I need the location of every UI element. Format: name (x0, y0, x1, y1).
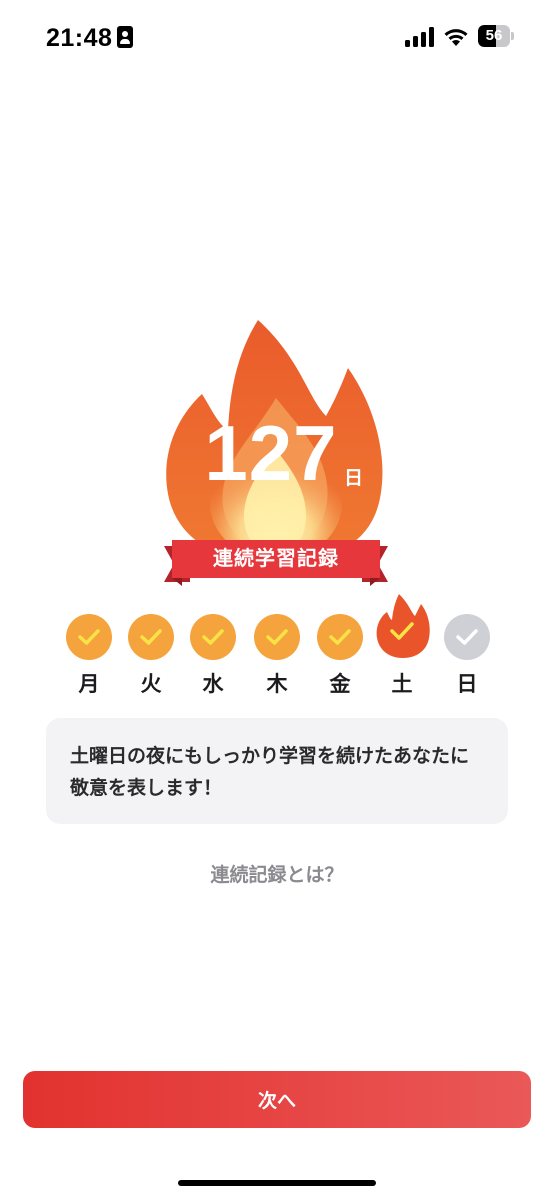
streak-badge-label: 連続学習記録 (213, 546, 339, 570)
contact-card-icon (117, 26, 133, 48)
day-wednesday: 水 (190, 612, 236, 702)
flame-day-icon (376, 594, 430, 658)
status-time: 21:48 (46, 24, 113, 52)
about-streak-link[interactable]: 連続記録とは？ (0, 860, 554, 887)
encouragement-message: 土曜日の夜にもしっかり学習を続けたあなたに敬意を表します！ (70, 745, 470, 799)
day-status-done (66, 614, 112, 660)
day-label: 水 (202, 672, 224, 696)
cellular-signal-icon (405, 27, 434, 47)
day-label: 木 (266, 672, 288, 696)
checkmark-icon (266, 629, 288, 645)
wifi-icon (444, 29, 468, 46)
message-card: 土曜日の夜にもしっかり学習を続けたあなたに敬意を表します！ (46, 718, 508, 824)
day-label: 日 (456, 672, 478, 696)
day-sunday: 日 (444, 612, 490, 702)
day-status-done (190, 614, 236, 660)
day-label: 月 (78, 672, 100, 696)
next-button[interactable]: 次へ (23, 1071, 531, 1128)
checkmark-icon (78, 629, 100, 645)
day-status-done (317, 614, 363, 660)
day-label: 土 (391, 672, 413, 696)
day-monday: 月 (66, 612, 112, 702)
day-status-done (128, 614, 174, 660)
day-saturday: 土 (376, 594, 430, 702)
day-label: 金 (329, 672, 351, 696)
checkmark-icon (202, 629, 224, 645)
home-indicator (178, 1180, 376, 1186)
streak-unit: 日 (344, 467, 364, 489)
day-tuesday: 火 (128, 612, 174, 702)
streak-flame: 127 日 (150, 318, 404, 568)
day-thursday: 木 (254, 612, 300, 702)
checkmark-icon (329, 629, 351, 645)
weekly-progress: 月 火 水 木 金 土 日 (66, 594, 496, 702)
status-bar: 21:48 56 (0, 0, 554, 70)
battery-icon: 56 (478, 25, 514, 47)
checkmark-icon (456, 629, 478, 645)
day-status-done (254, 614, 300, 660)
day-status-pending (444, 614, 490, 660)
day-label: 火 (140, 672, 162, 696)
checkmark-icon (140, 629, 162, 645)
streak-count: 127 (204, 409, 338, 497)
battery-level: 56 (485, 27, 503, 44)
day-friday: 金 (317, 612, 363, 702)
